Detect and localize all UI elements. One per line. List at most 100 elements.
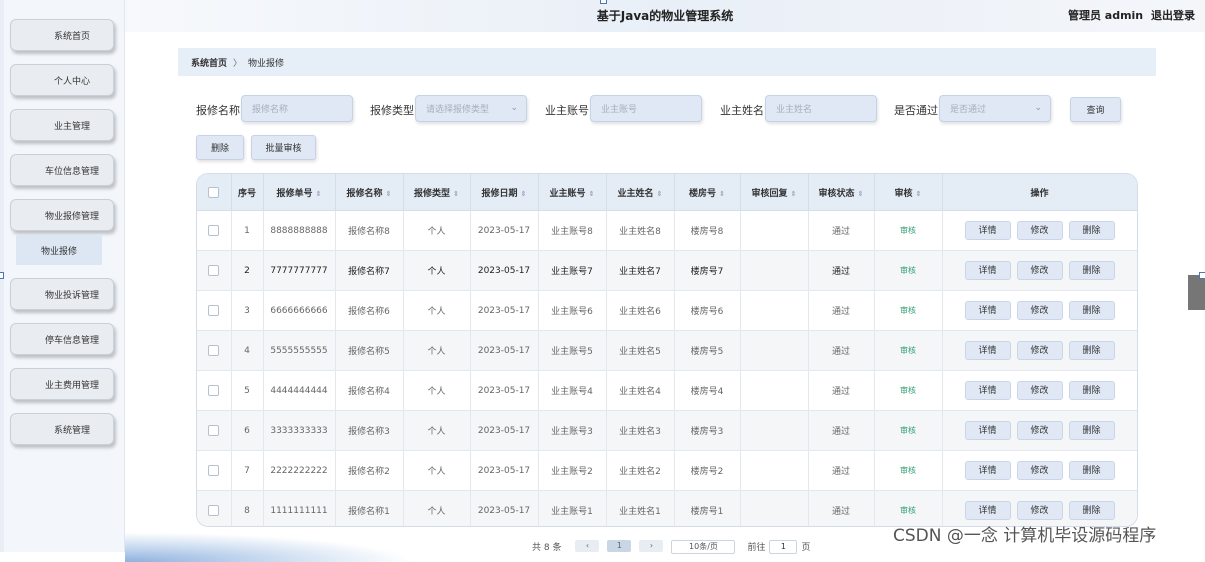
edit-button[interactable]: 修改 [1016, 421, 1063, 440]
audit-link[interactable]: 审核 [900, 226, 916, 235]
cell-account: 业主账号4 [538, 370, 607, 411]
sidebar-item-home[interactable]: 系统首页 [10, 19, 114, 51]
row-checkbox[interactable] [208, 225, 220, 236]
next-page-button[interactable]: › [639, 540, 664, 552]
sort-icon[interactable]: ⇕ [791, 190, 797, 198]
detail-button[interactable]: 详情 [964, 301, 1011, 320]
column-header[interactable]: 审核状态 ⇕ [808, 174, 875, 211]
logout-link[interactable]: 退出登录 [1151, 9, 1195, 22]
sort-icon[interactable]: ⇕ [316, 190, 322, 198]
column-header[interactable]: 审核 ⇕ [874, 174, 943, 211]
select-all-checkbox[interactable] [208, 186, 220, 198]
repair-type-select[interactable]: 请选择报修类型 ⌄ [415, 95, 527, 122]
row-checkbox[interactable] [208, 505, 220, 516]
column-header[interactable]: 报修类型 ⇕ [403, 174, 471, 211]
app-title: 基于Java的物业管理系统 [596, 9, 734, 23]
side-handle[interactable] [1188, 275, 1205, 310]
audit-link[interactable]: 审核 [900, 306, 916, 315]
sidebar-subitem-repair[interactable]: 物业报修 [16, 235, 102, 265]
sort-icon[interactable]: ⇕ [657, 190, 663, 198]
sidebar-item-owner-management[interactable]: 业主管理 [10, 109, 114, 141]
cell-order: 7777777777 [263, 250, 336, 291]
row-delete-button[interactable]: 删除 [1068, 421, 1115, 440]
edit-button[interactable]: 修改 [1016, 501, 1063, 520]
owner-name-input[interactable]: 业主姓名 [765, 95, 877, 122]
row-delete-button[interactable]: 删除 [1068, 261, 1115, 280]
audit-link[interactable]: 审核 [900, 386, 916, 395]
row-delete-button[interactable]: 删除 [1068, 501, 1115, 520]
sidebar-item-complaint-management[interactable]: 物业投诉管理 [10, 278, 114, 310]
column-header: 序号 [231, 174, 264, 211]
audit-link[interactable]: 审核 [900, 506, 916, 515]
edit-button[interactable]: 修改 [1016, 301, 1063, 320]
row-delete-button[interactable]: 删除 [1068, 301, 1115, 320]
cell-order: 3333333333 [263, 410, 336, 451]
row-delete-button[interactable]: 删除 [1068, 221, 1115, 240]
column-label: 审核状态 [818, 188, 855, 199]
audit-link[interactable]: 审核 [900, 466, 916, 475]
cell-reply [740, 370, 809, 411]
sort-icon[interactable]: ⇕ [719, 190, 725, 198]
sort-icon[interactable]: ⇕ [916, 190, 922, 198]
audit-link[interactable]: 审核 [900, 266, 916, 275]
row-checkbox[interactable] [208, 385, 220, 396]
detail-button[interactable]: 详情 [964, 501, 1011, 520]
cell-reply [740, 250, 809, 291]
row-checkbox[interactable] [208, 425, 220, 436]
sort-icon[interactable]: ⇕ [858, 190, 864, 198]
query-button[interactable]: 查询 [1070, 97, 1121, 122]
detail-button[interactable]: 详情 [964, 461, 1011, 480]
repair-name-input[interactable]: 报修名称 [241, 95, 353, 122]
sidebar-item-system-management[interactable]: 系统管理 [10, 413, 114, 445]
current-page-button[interactable]: 1 [607, 540, 632, 552]
detail-button[interactable]: 详情 [964, 381, 1011, 400]
column-header[interactable]: 报修单号 ⇕ [263, 174, 336, 211]
sort-icon[interactable]: ⇕ [386, 190, 392, 198]
sort-icon[interactable]: ⇕ [453, 190, 459, 198]
batch-audit-button[interactable]: 批量审核 [251, 135, 316, 160]
delete-button[interactable]: 删除 [196, 135, 244, 160]
sidebar-item-label: 物业投诉管理 [44, 290, 99, 301]
detail-button[interactable]: 详情 [964, 221, 1011, 240]
edit-button[interactable]: 修改 [1016, 381, 1063, 400]
row-delete-button[interactable]: 删除 [1068, 341, 1115, 360]
detail-button[interactable]: 详情 [964, 341, 1011, 360]
sidebar-item-parking-space-management[interactable]: 车位信息管理 [10, 154, 114, 186]
detail-button[interactable]: 详情 [964, 421, 1011, 440]
row-checkbox[interactable] [208, 265, 220, 276]
sort-icon[interactable]: ⇕ [589, 190, 595, 198]
column-header[interactable]: 报修名称 ⇕ [335, 174, 404, 211]
column-header[interactable]: 报修日期 ⇕ [470, 174, 539, 211]
sidebar-item-fee-management[interactable]: 业主费用管理 [10, 368, 114, 400]
row-checkbox[interactable] [208, 305, 220, 316]
sidebar-item-repair-management[interactable]: 物业报修管理 [10, 199, 114, 231]
row-checkbox[interactable] [208, 345, 220, 356]
cell-audit: 审核 [874, 330, 943, 371]
audit-link[interactable]: 审核 [900, 426, 916, 435]
edit-button[interactable]: 修改 [1016, 261, 1063, 280]
owner-account-placeholder: 业主账号 [601, 105, 638, 115]
column-header[interactable]: 业主账号 ⇕ [538, 174, 607, 211]
column-header[interactable]: 审核回复 ⇕ [740, 174, 809, 211]
column-header[interactable]: 业主姓名 ⇕ [606, 174, 675, 211]
row-delete-button[interactable]: 删除 [1068, 461, 1115, 480]
edit-button[interactable]: 修改 [1016, 461, 1063, 480]
row-checkbox[interactable] [208, 465, 220, 476]
sort-icon[interactable]: ⇕ [521, 190, 527, 198]
approved-select[interactable]: 是否通过 ⌄ [939, 95, 1051, 122]
select-all-header [197, 174, 232, 211]
detail-button[interactable]: 详情 [964, 261, 1011, 280]
cell-no: 5 [231, 370, 264, 411]
edit-button[interactable]: 修改 [1016, 221, 1063, 240]
prev-page-button[interactable]: ‹ [575, 540, 600, 552]
audit-link[interactable]: 审核 [900, 346, 916, 355]
breadcrumb-home[interactable]: 系统首页 [191, 56, 227, 69]
sidebar-item-parking-info-management[interactable]: 停车信息管理 [10, 323, 114, 355]
column-header[interactable]: 楼房号 ⇕ [674, 174, 741, 211]
sidebar-item-personal-center[interactable]: 个人中心 [10, 64, 114, 96]
row-delete-button[interactable]: 删除 [1068, 381, 1115, 400]
column-label: 审核回复 [751, 188, 788, 199]
owner-account-input[interactable]: 业主账号 [590, 95, 702, 122]
edit-button[interactable]: 修改 [1016, 341, 1063, 360]
cell-name: 报修名称8 [335, 210, 404, 251]
